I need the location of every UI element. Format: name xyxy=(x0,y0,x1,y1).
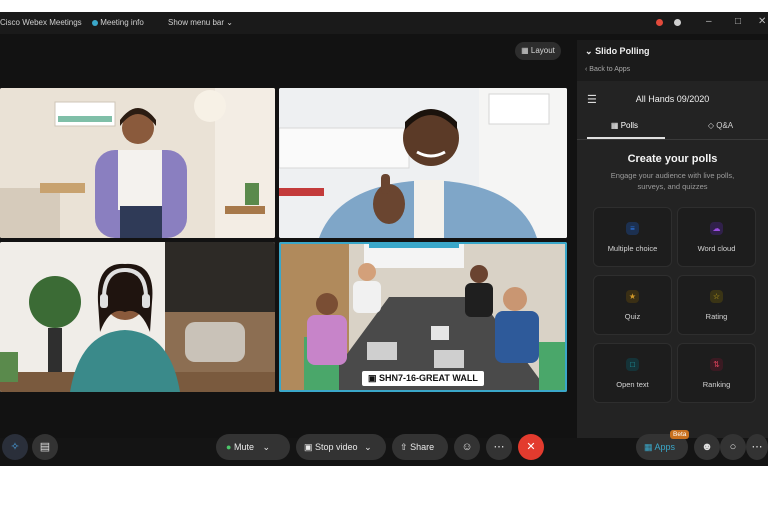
layout-button[interactable]: ▦ Layout xyxy=(515,42,561,60)
poll-option-label: Word cloud xyxy=(697,244,736,253)
ranking-icon: ⇅ xyxy=(710,358,723,371)
panel-tabs: ▦ Polls ◇ Q&A xyxy=(577,117,768,140)
poll-option-label: Open text xyxy=(616,380,649,389)
chevron-down-icon: ⌄ xyxy=(364,442,372,452)
mute-button[interactable]: ● Mute ⌄ xyxy=(216,434,290,460)
grid-icon: ▦ xyxy=(521,46,529,55)
tab-polls-label: Polls xyxy=(620,121,639,130)
create-polls-title: Create your polls xyxy=(627,153,718,165)
meeting-window: Cisco Webex Meetings Meeting info Show m… xyxy=(0,12,768,466)
tab-polls[interactable]: ▦ Polls xyxy=(577,121,672,130)
active-tab-indicator xyxy=(587,137,665,139)
share-button[interactable]: ⇧ Share xyxy=(392,434,448,460)
more-icon[interactable]: ⋯ xyxy=(746,434,768,460)
video-tile-3[interactable] xyxy=(0,242,275,392)
speech-bubble-icon: ◇ xyxy=(707,121,714,130)
poll-option-label: Multiple choice xyxy=(607,244,658,253)
tab-qa-label: Q&A xyxy=(716,121,734,130)
chevron-down-icon: ⌄ xyxy=(226,18,233,27)
recording-icon[interactable] xyxy=(656,19,663,26)
chevron-left-icon: ‹ xyxy=(585,66,588,73)
poll-option-quiz[interactable]: ★ Quiz xyxy=(593,275,672,335)
bar-chart-icon: ▦ xyxy=(610,121,619,130)
poll-option-open-text[interactable]: □ Open text xyxy=(593,343,672,403)
room-name: SHN7-16-GREAT WALL xyxy=(379,373,478,383)
participant-video-4 xyxy=(279,242,567,392)
apps-grid-icon: ▦ xyxy=(644,442,653,452)
webex-logo-icon[interactable]: ✧ xyxy=(2,434,28,460)
layout-label: Layout xyxy=(530,46,555,55)
trophy-icon: ★ xyxy=(626,290,639,303)
mute-label: Mute xyxy=(233,442,254,452)
share-label: Share xyxy=(410,442,435,452)
create-polls-subtitle: Engage your audience with live polls, su… xyxy=(610,171,735,191)
slido-panel: ⌄ Slido Polling ‹ Back to Apps ☰ All Han… xyxy=(577,40,768,438)
show-menu-bar-button[interactable]: Show menu bar ⌄ xyxy=(168,18,233,27)
maximize-icon[interactable]: □ xyxy=(735,16,741,27)
back-to-apps-link[interactable]: ‹ Back to Apps xyxy=(585,66,630,73)
poll-option-label: Ranking xyxy=(702,380,731,389)
video-tile-1[interactable] xyxy=(0,88,275,238)
camera-icon: ▣ xyxy=(304,442,313,452)
more-options-icon[interactable]: ⋯ xyxy=(486,434,512,460)
chevron-down-icon: ⌄ xyxy=(585,46,593,56)
stop-video-label: Stop video xyxy=(315,442,358,452)
poll-option-multiple-choice[interactable]: ≡ Multiple choice xyxy=(593,207,672,267)
poll-option-word-cloud[interactable]: ☁ Word cloud xyxy=(677,207,756,267)
apps-label: Apps xyxy=(654,442,676,452)
list-icon: ≡ xyxy=(626,222,639,235)
cloud-icon: ☁ xyxy=(710,222,723,235)
tab-qa[interactable]: ◇ Q&A xyxy=(673,121,768,130)
panel-title: Slido Polling xyxy=(595,46,650,56)
poll-option-ranking[interactable]: ⇅ Ranking xyxy=(677,343,756,403)
meeting-info-button[interactable]: Meeting info xyxy=(92,18,144,27)
slido-content: ☰ All Hands 09/2020 ▦ Polls ◇ Q&A Create… xyxy=(577,81,768,438)
participant-video-3 xyxy=(0,242,275,392)
title-bar: Cisco Webex Meetings Meeting info Show m… xyxy=(0,12,768,34)
chat-icon[interactable]: ○ xyxy=(720,434,746,460)
end-call-icon[interactable]: ✕ xyxy=(518,434,544,460)
reactions-icon[interactable]: ☺ xyxy=(454,434,480,460)
minimize-icon[interactable]: – xyxy=(706,16,712,27)
poll-option-label: Quiz xyxy=(624,312,641,321)
participant-video-1 xyxy=(0,88,275,238)
back-label: Back to Apps xyxy=(589,66,631,73)
event-title: All Hands 09/2020 xyxy=(635,94,710,104)
video-tile-4[interactable]: ▣ SHN7-16-GREAT WALL xyxy=(279,242,567,392)
meeting-info-label: Meeting info xyxy=(100,18,144,27)
room-label: ▣ SHN7-16-GREAT WALL xyxy=(362,371,484,386)
panel-header[interactable]: ⌄ Slido Polling xyxy=(585,46,650,57)
chat-icon: □ xyxy=(626,358,639,371)
captions-icon[interactable]: ▤ xyxy=(32,434,58,460)
poll-option-label: Rating xyxy=(705,312,728,321)
participants-icon[interactable]: ☻ xyxy=(694,434,720,460)
status-icon[interactable] xyxy=(674,19,681,26)
share-icon: ⇧ xyxy=(400,442,408,452)
video-tile-2[interactable] xyxy=(279,88,567,238)
beta-badge: Beta xyxy=(670,430,690,439)
info-icon xyxy=(92,19,98,26)
star-icon: ☆ xyxy=(710,290,723,303)
room-icon: ▣ xyxy=(368,373,377,383)
close-icon[interactable]: ✕ xyxy=(758,16,766,27)
microphone-icon: ● xyxy=(226,442,232,452)
poll-option-rating[interactable]: ☆ Rating xyxy=(677,275,756,335)
show-menu-bar-label: Show menu bar xyxy=(168,18,225,27)
chevron-down-icon: ⌄ xyxy=(262,442,271,452)
app-name: Cisco Webex Meetings xyxy=(0,18,82,27)
participant-video-2 xyxy=(279,88,567,238)
stop-video-button[interactable]: ▣ Stop video ⌄ xyxy=(296,434,386,460)
